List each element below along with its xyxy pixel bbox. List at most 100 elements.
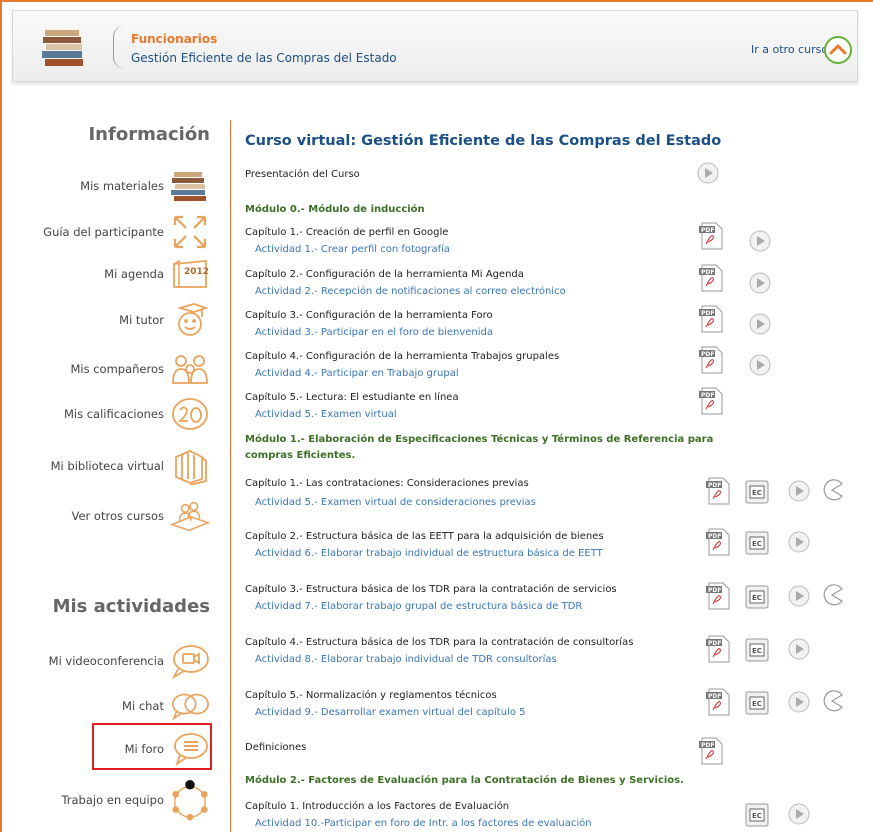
sidebar-item-grades[interactable]: Mis calificaciones — [0, 396, 210, 432]
sidebar-item-label: Mi agenda — [104, 267, 164, 281]
activity-link[interactable]: Actividad 9.- Desarrollar examen virtual… — [255, 707, 526, 718]
grades-icon — [170, 396, 210, 432]
pdf-icon[interactable] — [699, 222, 723, 250]
activity-link[interactable]: Actividad 1.- Crear perfil con fotografí… — [255, 244, 450, 255]
play-icon[interactable] — [788, 638, 810, 660]
activity-link[interactable]: Actividad 4.- Participar en Trabajo grup… — [255, 368, 459, 379]
sidebar-item-other-courses[interactable]: Ver otros cursos — [0, 498, 210, 534]
sidebar-item-label: Mis calificaciones — [63, 407, 164, 421]
play-icon[interactable] — [749, 313, 771, 335]
module-0-title: Módulo 0.- Módulo de inducción — [245, 204, 425, 215]
sidebar-item-label: Mi videoconferencia — [48, 654, 164, 668]
chapter-title: Capítulo 1. Introducción a los Factores … — [245, 801, 510, 812]
play-icon[interactable] — [788, 803, 810, 825]
sidebar-item-tutor[interactable]: Mi tutor — [0, 302, 210, 338]
activities-section-title: Mis actividades — [52, 596, 210, 617]
ec-icon[interactable] — [744, 479, 770, 505]
sidebar-item-label: Mi chat — [122, 699, 164, 713]
chapter-title: Capítulo 2.- Configuración de la herrami… — [245, 269, 524, 280]
sidebar-item-label: Mis materiales — [80, 179, 164, 193]
chevron-up-icon[interactable] — [823, 35, 853, 65]
chapter-title: Capítulo 5.- Normalización y reglamentos… — [245, 690, 497, 701]
books-icon — [170, 168, 210, 204]
library-icon — [170, 448, 210, 485]
ec-icon[interactable] — [744, 530, 770, 556]
chapter-title: Capítulo 3.- Configuración de la herrami… — [245, 310, 493, 321]
sidebar-item-agenda[interactable]: Mi agenda 2012 — [0, 256, 210, 292]
team-icon — [170, 778, 210, 822]
play-icon[interactable] — [788, 691, 810, 713]
sidebar-item-library[interactable]: Mi biblioteca virtual — [0, 448, 210, 485]
play-icon[interactable] — [697, 162, 719, 184]
calendar-icon: 2012 — [170, 256, 210, 292]
quiz-icon[interactable] — [820, 583, 844, 607]
other-course-link[interactable]: Ir a otro curso — [751, 43, 828, 56]
ec-icon[interactable] — [744, 584, 770, 610]
ec-icon[interactable] — [744, 637, 770, 663]
main-title: Curso virtual: Gestión Eficiente de las … — [245, 133, 722, 149]
sidebar-item-chat[interactable]: Mi chat — [0, 688, 210, 724]
activity-link[interactable]: Actividad 6.- Elaborar trabajo individua… — [255, 548, 603, 559]
pdf-icon[interactable] — [699, 737, 723, 765]
column-divider — [230, 120, 231, 832]
activity-link[interactable]: Actividad 3.- Participar en el foro de b… — [255, 327, 493, 338]
pdf-icon[interactable] — [706, 635, 730, 663]
quiz-icon[interactable] — [820, 689, 844, 713]
activity-link[interactable]: Actividad 5.- Examen virtual — [255, 409, 397, 420]
sidebar-item-label: Trabajo en equipo — [61, 793, 164, 807]
header-role: Funcionarios — [131, 32, 218, 46]
pdf-icon[interactable] — [706, 477, 730, 505]
play-icon[interactable] — [788, 585, 810, 607]
classmates-icon — [170, 351, 210, 387]
tutor-icon — [170, 302, 210, 338]
course-header: Funcionarios Gestión Eficiente de las Co… — [12, 10, 858, 82]
pdf-icon[interactable] — [706, 688, 730, 716]
pdf-icon[interactable] — [706, 582, 730, 610]
ec-icon[interactable] — [744, 802, 770, 828]
courses-icon — [170, 498, 210, 534]
chapter-title: Capítulo 1.- Las contrataciones: Conside… — [245, 478, 529, 489]
module-1-title-line1: Módulo 1.- Elaboración de Especificacion… — [245, 434, 714, 445]
activity-link[interactable]: Actividad 5.- Examen virtual de consider… — [255, 497, 536, 508]
module-2-title: Módulo 2.- Factores de Evaluación para l… — [245, 775, 684, 786]
pdf-icon[interactable] — [699, 387, 723, 415]
play-icon[interactable] — [788, 480, 810, 502]
activity-link[interactable]: Actividad 2.- Recepción de notificacione… — [255, 286, 566, 297]
play-icon[interactable] — [788, 531, 810, 553]
sidebar-item-label: Mi biblioteca virtual — [50, 459, 164, 473]
chat-icon — [170, 688, 210, 724]
arrows-icon — [170, 214, 210, 250]
activity-link[interactable]: Actividad 7.- Elaborar trabajo grupal de… — [255, 601, 582, 612]
sidebar-item-label: Guía del participante — [43, 225, 164, 239]
calendar-year: 2012 — [184, 267, 210, 277]
ec-icon[interactable] — [744, 690, 770, 716]
play-icon[interactable] — [749, 230, 771, 252]
play-icon[interactable] — [749, 272, 771, 294]
pdf-icon[interactable] — [706, 528, 730, 556]
videoconference-icon — [170, 643, 210, 679]
chapter-title: Capítulo 3.- Estructura básica de los TD… — [245, 584, 617, 595]
header-divider — [113, 25, 127, 69]
chapter-title: Capítulo 4.- Configuración de la herrami… — [245, 351, 560, 362]
sidebar-item-teamwork[interactable]: Trabajo en equipo — [0, 778, 210, 822]
sidebar-item-label: Ver otros cursos — [71, 509, 165, 523]
module-1-title: Módulo 1.- Elaboración de Especificacion… — [245, 432, 713, 464]
sidebar-item-guide[interactable]: Guía del participante — [0, 214, 210, 250]
books-logo-icon — [42, 30, 83, 66]
sidebar-item-videoconference[interactable]: Mi videoconferencia — [0, 643, 210, 679]
info-section-title: Información — [88, 124, 210, 145]
sidebar-item-materials[interactable]: Mis materiales — [0, 168, 210, 204]
chapter-title: Capítulo 2.- Estructura básica de las EE… — [245, 531, 604, 542]
chapter-title: Capítulo 5.- Lectura: El estudiante en l… — [245, 392, 459, 403]
pdf-icon[interactable] — [699, 305, 723, 333]
pdf-icon[interactable] — [699, 346, 723, 374]
sidebar-item-label: Mi tutor — [119, 313, 164, 327]
pdf-icon[interactable] — [699, 264, 723, 292]
play-icon[interactable] — [749, 354, 771, 376]
definitions-label: Definiciones — [245, 742, 307, 753]
activity-link[interactable]: Actividad 10.-Participar en foro de Intr… — [255, 818, 592, 829]
sidebar-item-classmates[interactable]: Mis compañeros — [0, 351, 210, 387]
quiz-icon[interactable] — [820, 478, 844, 502]
selection-highlight — [92, 723, 212, 770]
activity-link[interactable]: Actividad 8.- Elaborar trabajo individua… — [255, 654, 557, 665]
